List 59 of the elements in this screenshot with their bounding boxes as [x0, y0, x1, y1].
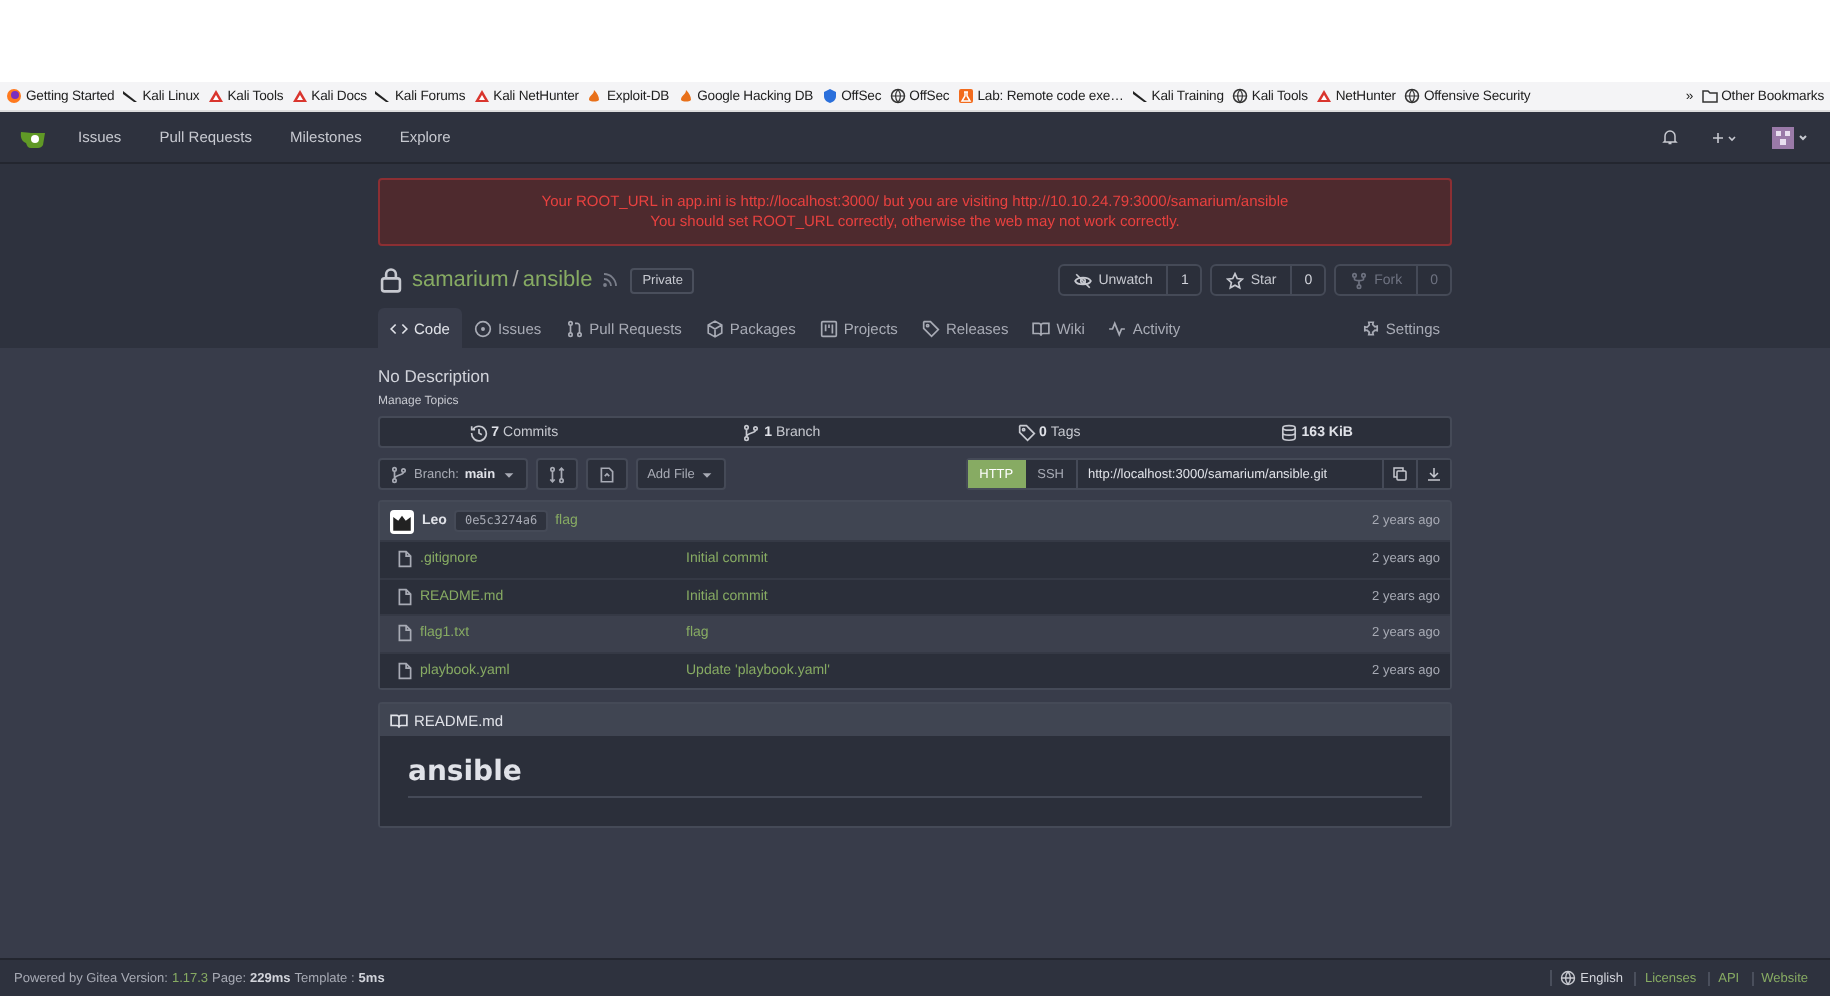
plus-dropdown-icon[interactable] [1710, 129, 1738, 145]
file-icon [396, 550, 414, 569]
caret-icon [501, 467, 516, 481]
eye-off-icon [1074, 271, 1093, 289]
folder-icon [1701, 88, 1718, 104]
author-avatar[interactable] [390, 509, 414, 533]
branch-icon [390, 465, 408, 483]
download-button[interactable] [1416, 460, 1450, 488]
package-icon [705, 319, 724, 337]
book-icon [390, 711, 408, 729]
history-button[interactable] [585, 458, 628, 490]
copy-icon [1392, 466, 1408, 482]
pull-request-icon [565, 319, 584, 337]
kali-icon [207, 88, 224, 104]
lock-icon [378, 266, 404, 294]
rss-icon[interactable] [602, 272, 619, 288]
lab-icon [957, 88, 974, 104]
star-icon [1226, 271, 1245, 289]
bell-icon[interactable] [1662, 128, 1678, 146]
compare-button[interactable] [535, 458, 578, 490]
repo-owner-link[interactable]: samarium [412, 268, 509, 292]
branch-icon [742, 423, 761, 441]
avatar-dropdown-icon[interactable] [1770, 125, 1810, 149]
globe-icon [889, 88, 906, 104]
shield-icon [821, 88, 838, 104]
flame-icon [677, 88, 694, 104]
globe-icon [1231, 88, 1248, 104]
book-icon [1032, 319, 1051, 337]
fork-icon [1350, 271, 1369, 289]
avatar-drawing [392, 511, 412, 531]
code-icon [390, 319, 408, 337]
issue-icon [473, 319, 492, 337]
file-icon [396, 661, 414, 680]
globe-icon [1403, 88, 1420, 104]
download-icon [1426, 466, 1442, 482]
file-icon [396, 624, 414, 643]
caret-icon [700, 467, 715, 481]
path-separator: / [512, 268, 519, 292]
settings-icon [1361, 319, 1380, 337]
project-icon [819, 319, 838, 337]
tag-icon [1017, 423, 1036, 441]
tag-icon [921, 319, 940, 337]
flame-icon [586, 88, 603, 104]
activity-icon [1108, 319, 1127, 337]
gitea-logo[interactable] [20, 127, 50, 147]
file-icon [396, 587, 414, 606]
repo-description: No Description [378, 366, 492, 386]
firefox-icon [6, 88, 22, 104]
copy-button[interactable] [1382, 460, 1416, 488]
repo-name-link[interactable]: ansible [522, 268, 593, 292]
compare-icon [547, 465, 566, 483]
kali-icon [473, 88, 490, 104]
history-file-icon [597, 465, 616, 483]
kali-icon [1315, 88, 1332, 104]
database-icon [1279, 423, 1298, 441]
readme-heading: ansible [408, 756, 1422, 798]
history-icon [469, 423, 488, 441]
globe-icon [1560, 970, 1577, 986]
kali-icon [291, 88, 308, 104]
